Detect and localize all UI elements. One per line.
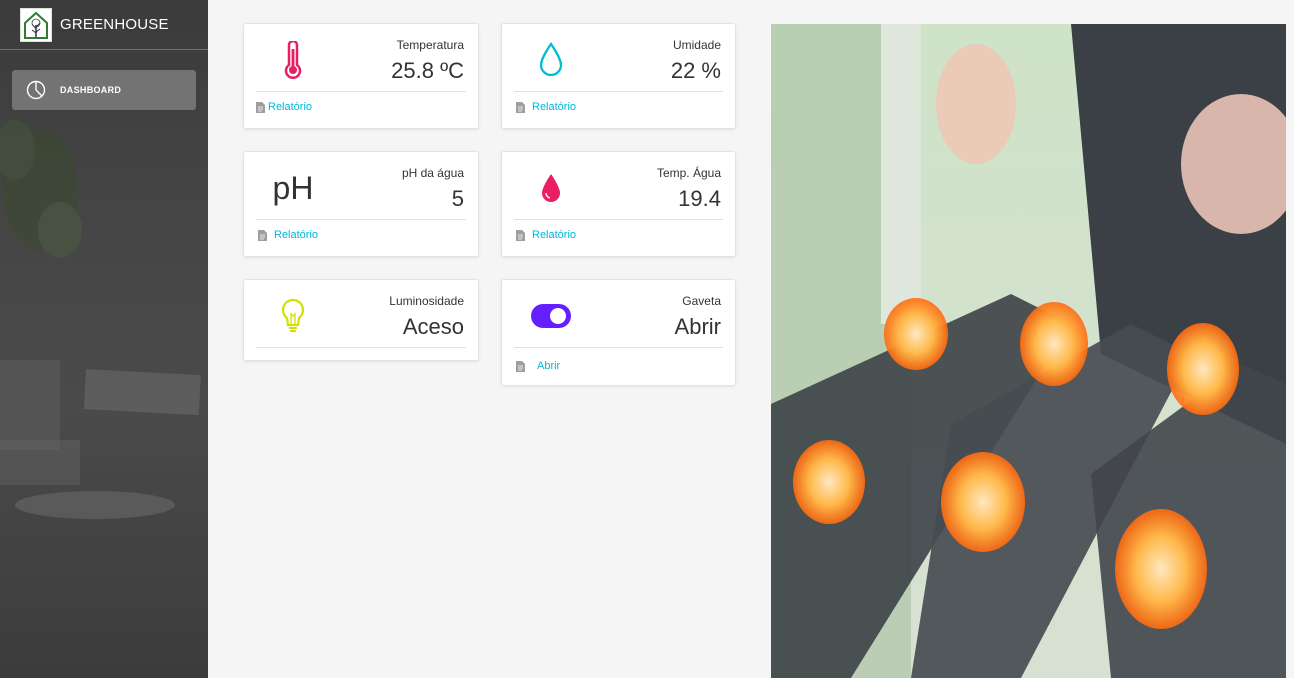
divider bbox=[514, 347, 723, 348]
divider bbox=[256, 219, 466, 220]
app-title: GREENHOUSE bbox=[60, 16, 169, 33]
drawer-title: Gaveta bbox=[682, 294, 721, 308]
ph-footer: Relatório bbox=[258, 229, 318, 241]
light-value: Aceso bbox=[402, 314, 464, 339]
drop-icon bbox=[526, 168, 576, 208]
thermometer-icon bbox=[268, 40, 318, 80]
document-icon bbox=[516, 101, 525, 113]
ph-card: pH pH da água 5 Relatório bbox=[243, 151, 479, 257]
water-drop-icon bbox=[526, 40, 576, 80]
water-temp-footer: Relatório bbox=[516, 229, 576, 241]
camera-feed-image bbox=[771, 24, 1286, 678]
temperature-title: Temperatura bbox=[396, 38, 464, 52]
divider bbox=[514, 91, 723, 92]
water-temp-value: 19.4 bbox=[678, 186, 721, 211]
sidebar-item-label: DASHBOARD bbox=[60, 85, 122, 95]
water-temp-report-link[interactable]: Relatório bbox=[532, 229, 576, 241]
sidebar-item-dashboard[interactable]: DASHBOARD bbox=[12, 70, 196, 110]
temperature-card: Temperatura 25.8 ºC Relatório bbox=[243, 23, 479, 129]
water-temp-title: Temp. Água bbox=[656, 166, 721, 180]
humidity-value: 22 % bbox=[670, 58, 721, 83]
document-icon bbox=[258, 229, 267, 241]
sidebar: GREENHOUSE DASHBOARD bbox=[0, 0, 208, 678]
temperature-footer: Relatório bbox=[256, 101, 312, 113]
humidity-card: Umidade 22 % Relatório bbox=[501, 23, 736, 129]
water-temp-card: Temp. Água 19.4 Relatório bbox=[501, 151, 736, 257]
divider bbox=[256, 91, 466, 92]
drawer-value: Abrir bbox=[674, 314, 721, 339]
document-icon bbox=[516, 229, 525, 241]
toggle-icon[interactable] bbox=[526, 296, 576, 336]
divider bbox=[514, 219, 723, 220]
brand[interactable]: GREENHOUSE bbox=[0, 0, 208, 50]
drawer-open-link[interactable]: Abrir bbox=[537, 360, 560, 372]
humidity-footer: Relatório bbox=[516, 101, 576, 113]
temperature-report-link[interactable]: Relatório bbox=[268, 101, 312, 113]
ph-icon-text: pH bbox=[272, 169, 314, 206]
lightbulb-icon bbox=[268, 296, 318, 336]
pie-chart-icon bbox=[26, 80, 46, 100]
humidity-report-link[interactable]: Relatório bbox=[532, 101, 576, 113]
temperature-value: 25.8 ºC bbox=[391, 58, 464, 83]
ph-report-link[interactable]: Relatório bbox=[274, 229, 318, 241]
light-title: Luminosidade bbox=[389, 294, 464, 308]
ph-icon: pH bbox=[268, 168, 318, 208]
drawer-card: Gaveta Abrir Abrir bbox=[501, 279, 736, 386]
light-card: Luminosidade Aceso bbox=[243, 279, 479, 361]
drawer-footer: Abrir bbox=[516, 360, 560, 372]
greenhouse-logo-icon bbox=[20, 7, 52, 42]
document-icon bbox=[516, 360, 525, 372]
ph-value: 5 bbox=[451, 186, 464, 211]
document-icon bbox=[256, 101, 265, 113]
humidity-title: Umidade bbox=[672, 38, 721, 52]
ph-title: pH da água bbox=[401, 166, 464, 180]
divider bbox=[256, 347, 466, 348]
